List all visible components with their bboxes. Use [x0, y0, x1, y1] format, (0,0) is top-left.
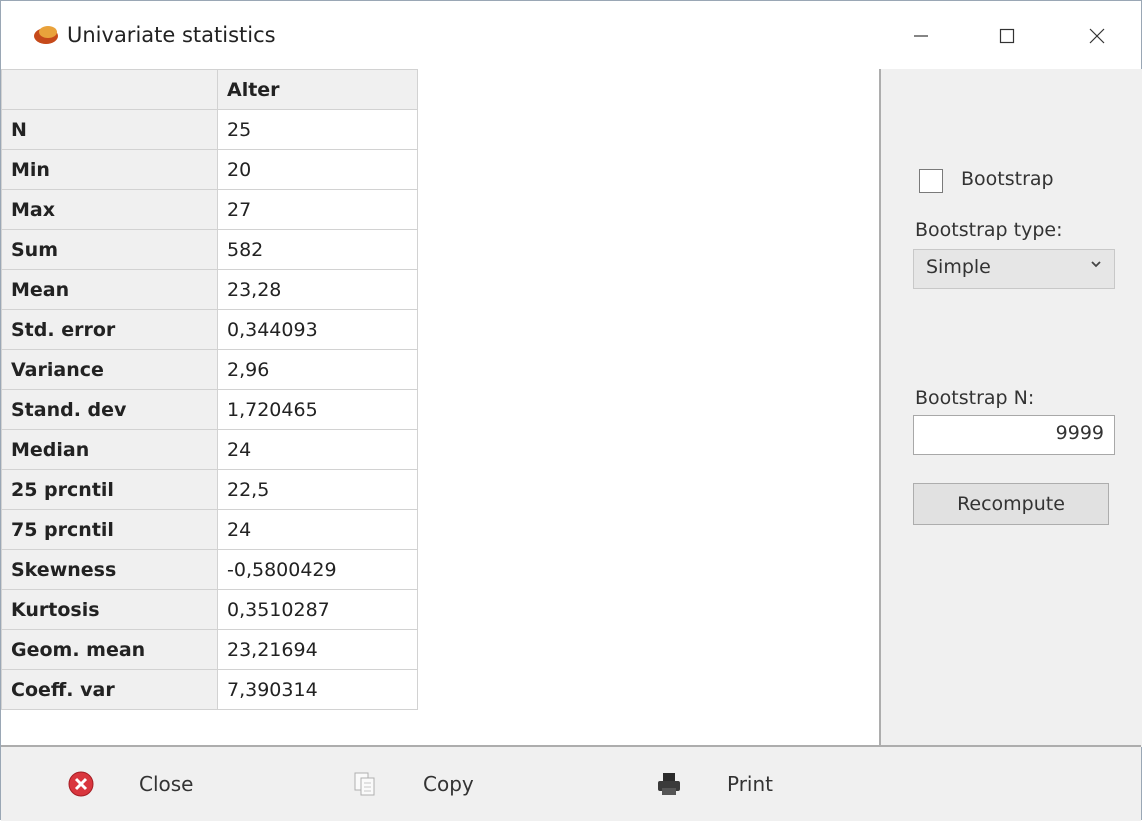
- bottom-toolbar: Close Copy Print: [1, 745, 1141, 821]
- row-label: Geom. mean: [1, 629, 218, 670]
- row-label: Variance: [1, 349, 218, 390]
- table-row: 75 prcntil 24: [1, 509, 418, 550]
- copy-icon: [351, 770, 379, 798]
- row-value[interactable]: 1,720465: [217, 389, 418, 430]
- close-button-label: Close: [139, 772, 194, 796]
- row-label: Coeff. var: [1, 669, 218, 710]
- maximize-button[interactable]: [977, 13, 1037, 59]
- table-row: Variance 2,96: [1, 349, 418, 390]
- row-label: 75 prcntil: [1, 509, 218, 550]
- row-label: 25 prcntil: [1, 469, 218, 510]
- row-label: Sum: [1, 229, 218, 270]
- close-circle-icon: [67, 770, 95, 798]
- row-label: Std. error: [1, 309, 218, 350]
- row-value[interactable]: 23,28: [217, 269, 418, 310]
- chevron-down-icon: [1091, 261, 1101, 268]
- options-panel: Bootstrap Bootstrap type: Simple Bootstr…: [879, 69, 1142, 747]
- row-value[interactable]: 22,5: [217, 469, 418, 510]
- bootstrap-type-select[interactable]: Simple: [913, 249, 1115, 289]
- row-value[interactable]: 0,344093: [217, 309, 418, 350]
- bootstrap-checkbox[interactable]: [919, 169, 943, 193]
- bootstrap-n-input[interactable]: 9999: [913, 415, 1115, 455]
- row-value[interactable]: 24: [217, 509, 418, 550]
- table-row: Median 24: [1, 429, 418, 470]
- row-label: Skewness: [1, 549, 218, 590]
- table-row: 25 prcntil 22,5: [1, 469, 418, 510]
- minimize-button[interactable]: [891, 13, 951, 59]
- row-value[interactable]: 25: [217, 109, 418, 150]
- row-label: Mean: [1, 269, 218, 310]
- close-button[interactable]: Close: [67, 747, 193, 821]
- close-window-button[interactable]: [1067, 13, 1127, 59]
- copy-button-label: Copy: [423, 772, 474, 796]
- close-icon: [1089, 28, 1105, 44]
- row-label: Stand. dev: [1, 389, 218, 430]
- row-value[interactable]: 0,3510287: [217, 589, 418, 630]
- bootstrap-checkbox-label[interactable]: Bootstrap: [961, 168, 1054, 190]
- window-title: Univariate statistics: [67, 23, 276, 47]
- print-button-label: Print: [727, 772, 774, 796]
- row-label: N: [1, 109, 218, 150]
- table-row: Min 20: [1, 149, 418, 190]
- bootstrap-type-value: Simple: [926, 256, 991, 278]
- row-label: Max: [1, 189, 218, 230]
- printer-icon: [655, 770, 683, 798]
- table-row: Mean 23,28: [1, 269, 418, 310]
- table-row: Geom. mean 23,21694: [1, 629, 418, 670]
- bootstrap-type-label: Bootstrap type:: [915, 219, 1063, 241]
- row-value[interactable]: 2,96: [217, 349, 418, 390]
- row-value[interactable]: 27: [217, 189, 418, 230]
- row-value[interactable]: -0,5800429: [217, 549, 418, 590]
- copy-button[interactable]: Copy: [351, 747, 474, 821]
- table-header-row: Alter: [1, 69, 418, 110]
- maximize-icon: [999, 28, 1015, 44]
- row-value[interactable]: 24: [217, 429, 418, 470]
- minimize-icon: [914, 35, 928, 37]
- univariate-statistics-window: Univariate statistics Alter N 25 Min 20 Ma…: [0, 0, 1142, 821]
- table-row: Coeff. var 7,390314: [1, 669, 418, 710]
- table-row: Sum 582: [1, 229, 418, 270]
- row-value[interactable]: 20: [217, 149, 418, 190]
- row-label: Min: [1, 149, 218, 190]
- statistics-table: Alter N 25 Min 20 Max 27 Sum 582 Mean 23,28 S…: [1, 69, 418, 710]
- title-bar: Univariate statistics: [1, 1, 1141, 69]
- bootstrap-n-value: 9999: [1055, 422, 1104, 444]
- table-row: Max 27: [1, 189, 418, 230]
- table-row: Kurtosis 0,3510287: [1, 589, 418, 630]
- bootstrap-n-label: Bootstrap N:: [915, 387, 1035, 409]
- row-label: Kurtosis: [1, 589, 218, 630]
- table-row: N 25: [1, 109, 418, 150]
- table-corner-cell: [1, 69, 218, 110]
- table-row: Stand. dev 1,720465: [1, 389, 418, 430]
- row-value[interactable]: 23,21694: [217, 629, 418, 670]
- table-row: Skewness -0,5800429: [1, 549, 418, 590]
- table-row: Std. error 0,344093: [1, 309, 418, 350]
- column-header-alter[interactable]: Alter: [217, 69, 418, 110]
- row-label: Median: [1, 429, 218, 470]
- app-logo-icon: [34, 26, 58, 44]
- recompute-button[interactable]: Recompute: [913, 483, 1109, 525]
- print-button[interactable]: Print: [655, 747, 773, 821]
- row-value[interactable]: 582: [217, 229, 418, 270]
- row-value[interactable]: 7,390314: [217, 669, 418, 710]
